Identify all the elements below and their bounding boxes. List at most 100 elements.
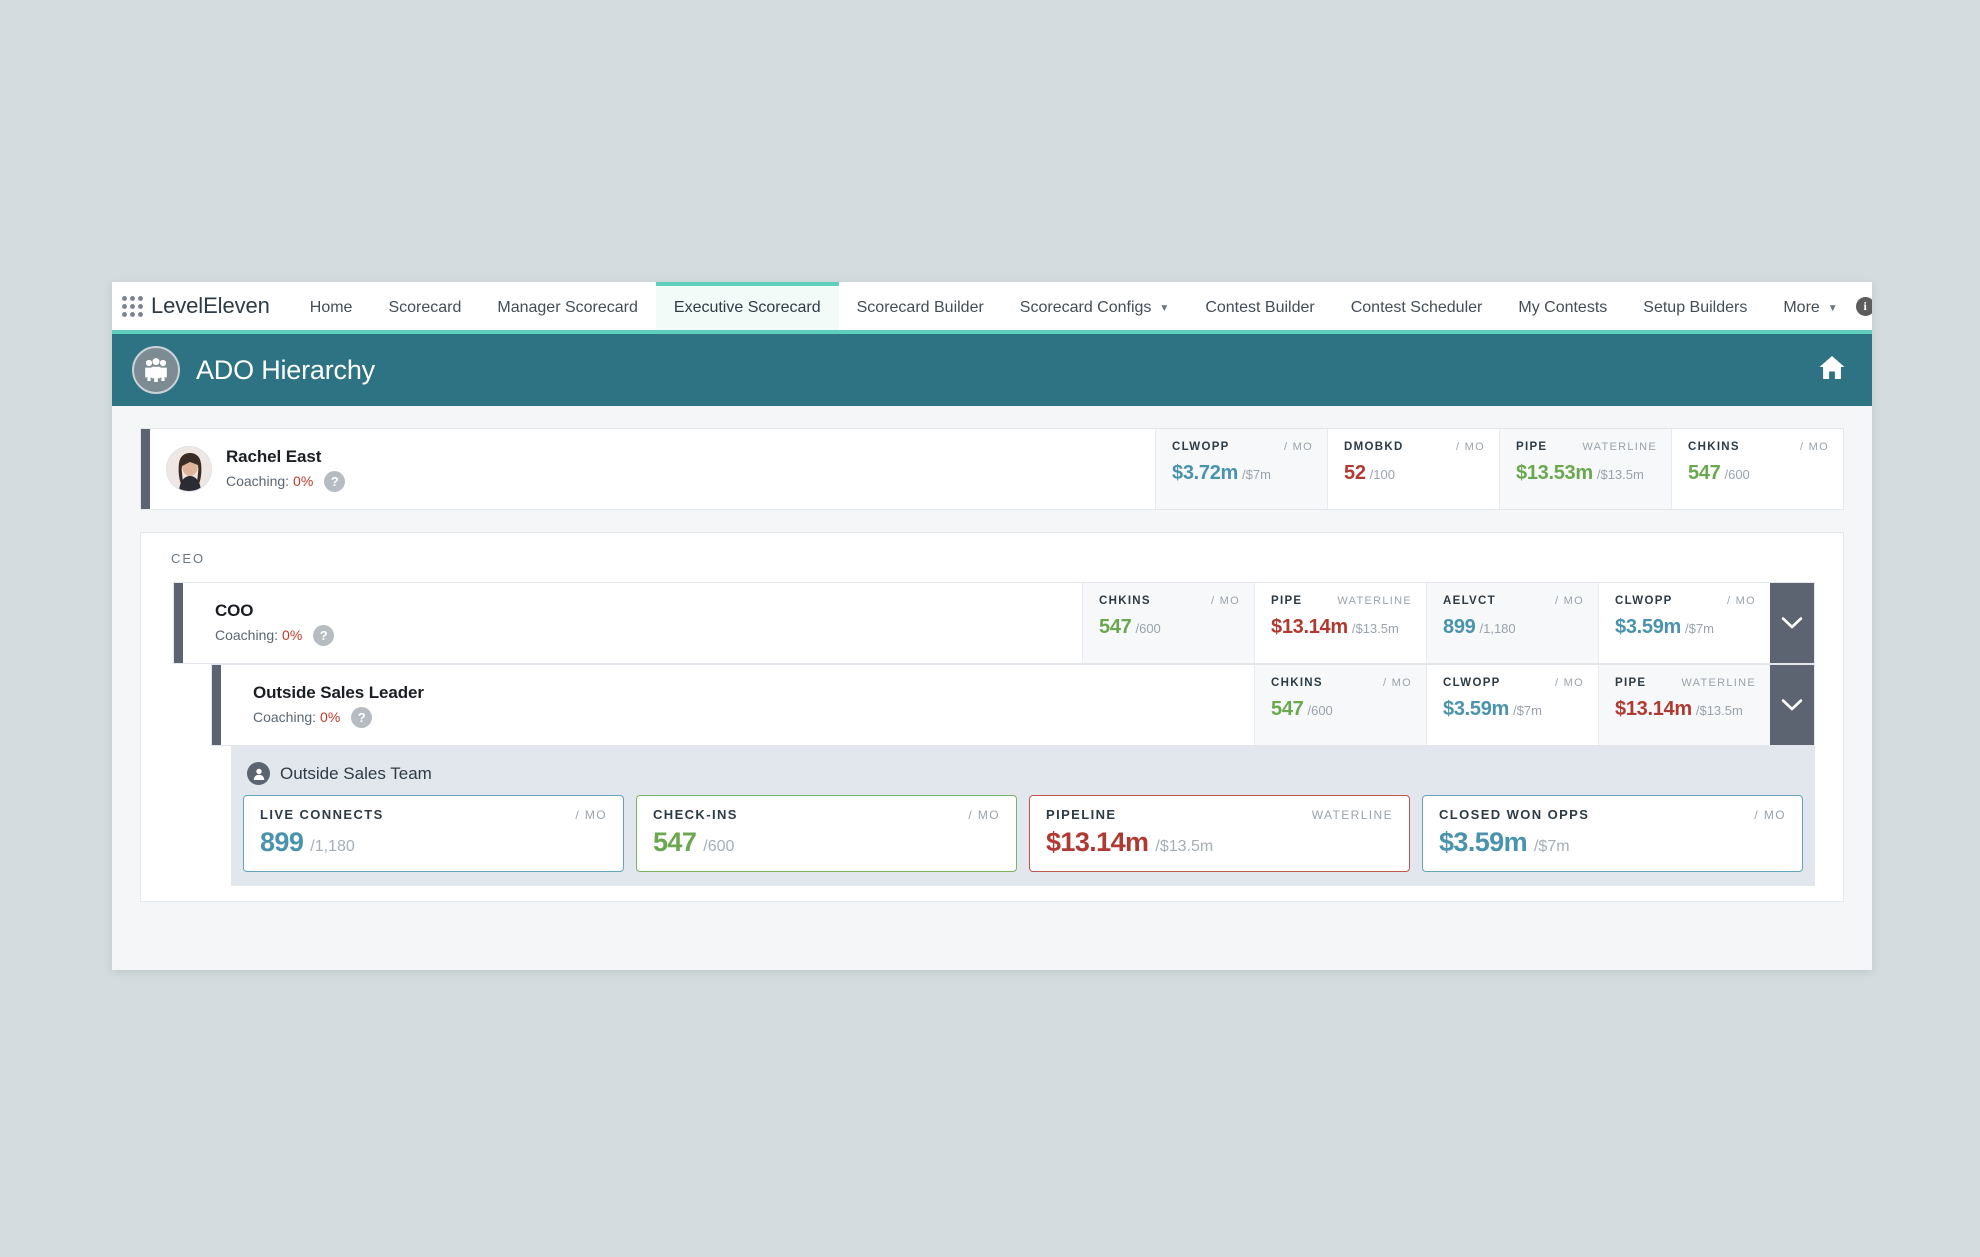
expand-collapse-button[interactable]: [1770, 665, 1814, 745]
card-value-row: 899/1,180: [260, 827, 607, 858]
card-unit: / MO: [1754, 808, 1786, 822]
team-header: Outside Sales Team: [243, 758, 1803, 795]
metric-goal: /600: [1307, 703, 1333, 718]
metric-cell[interactable]: PIPE WATERLINE $13.14m/$13.5m: [1598, 665, 1770, 745]
nav-item-more[interactable]: More ▼: [1765, 282, 1855, 330]
metric-cell[interactable]: CLWOPP / MO $3.59m/$7m: [1426, 665, 1598, 745]
metric-value-row: 52/100: [1344, 462, 1485, 485]
metric-key: PIPE: [1271, 595, 1303, 607]
people-group-icon: [132, 346, 180, 394]
metric-value-row: 899/1,180: [1443, 616, 1584, 639]
metric-key: CLWOPP: [1172, 441, 1230, 453]
metric-header: PIPE WATERLINE: [1271, 595, 1412, 607]
card-unit: WATERLINE: [1311, 808, 1393, 822]
team-metric-card[interactable]: CLOSED WON OPPS / MO $3.59m /$7m: [1422, 795, 1803, 872]
executive-metrics: CLWOPP / MO $3.72m/$7m DMOBKD / MO 52/100 PIPE…: [1155, 429, 1843, 509]
chevron-down-icon: ▼: [1159, 302, 1170, 314]
nav-item-label: Scorecard: [388, 299, 462, 316]
metric-value: $3.59m: [1615, 616, 1682, 638]
coaching-label: Coaching:: [253, 709, 317, 725]
help-icon[interactable]: ?: [324, 470, 346, 492]
team-metric-card[interactable]: CHECK-INS / MO 547/600: [636, 795, 1017, 872]
metric-value: $3.72m: [1172, 462, 1239, 484]
metric-cell[interactable]: CLWOPP / MO $3.59m/$7m: [1598, 583, 1770, 663]
expand-collapse-button[interactable]: [1770, 583, 1814, 663]
metric-header: CLWOPP / MO: [1443, 677, 1584, 689]
card-value-row: $13.14m /$13.5m: [1046, 827, 1393, 858]
metric-unit: / MO: [1726, 595, 1756, 607]
metric-cell[interactable]: CHKINS / MO 547/600: [1254, 665, 1426, 745]
metric-key: AELVCT: [1443, 595, 1496, 607]
metric-value: 52: [1344, 462, 1366, 484]
chevron-down-icon: [1781, 699, 1803, 711]
nav-item-home[interactable]: Home: [292, 282, 371, 330]
nav-item-scorecard-builder[interactable]: Scorecard Builder: [839, 282, 1002, 330]
help-icon[interactable]: ?: [351, 706, 373, 728]
metric-cell[interactable]: DMOBKD / MO 52/100: [1327, 429, 1499, 509]
team-metric-card[interactable]: LIVE CONNECTS / MO 899/1,180: [243, 795, 624, 872]
node-person: Outside Sales Leader Coaching: 0%?: [221, 665, 424, 745]
hierarchy-row: Outside Sales Leader Coaching: 0%? CHKINS / …: [211, 664, 1815, 746]
application-window: LevelEleven Home Scorecard Manager Scoreca…: [112, 282, 1872, 970]
nav-item-my-contests[interactable]: My Contests: [1500, 282, 1625, 330]
metric-value-row: 547/600: [1099, 616, 1240, 639]
nav-item-scorecard-configs[interactable]: Scorecard Configs ▼: [1002, 282, 1188, 330]
hierarchy-row: COO Coaching: 0%? CHKINS / MO 547/600 PIPE WATE…: [173, 582, 1815, 664]
metric-cell[interactable]: CHKINS / MO 547/600: [1082, 583, 1254, 663]
card-goal: /1,180: [310, 838, 355, 855]
metric-header: CHKINS / MO: [1099, 595, 1240, 607]
nav-item-contest-scheduler[interactable]: Contest Scheduler: [1333, 282, 1501, 330]
app-launcher-button[interactable]: [112, 282, 143, 330]
metric-header: CHKINS / MO: [1271, 677, 1412, 689]
metric-goal: /$7m: [1513, 703, 1542, 718]
help-icon[interactable]: ?: [313, 624, 335, 646]
metric-unit: / MO: [1554, 595, 1584, 607]
metric-key: CHKINS: [1688, 441, 1740, 453]
nav-item-contest-builder[interactable]: Contest Builder: [1187, 282, 1332, 330]
metric-value-row: $3.59m/$7m: [1443, 698, 1584, 721]
nav-item-label: Manager Scorecard: [497, 299, 638, 316]
metric-cell[interactable]: PIPE WATERLINE $13.14m/$13.5m: [1254, 583, 1426, 663]
nav-item-executive-scorecard[interactable]: Executive Scorecard: [655, 282, 839, 330]
metric-header: CHKINS / MO: [1688, 441, 1829, 453]
metric-header: PIPE WATERLINE: [1516, 441, 1657, 453]
node-metrics: CHKINS / MO 547/600 PIPE WATERLINE $13.14m/$1…: [1082, 583, 1770, 663]
info-icon[interactable]: i: [1855, 296, 1872, 316]
home-icon[interactable]: [1818, 355, 1846, 386]
executive-summary-card: Rachel East Coaching: 0% ? CLWOPP / MO $3.…: [140, 428, 1844, 510]
hierarchy-panel: CEO COO Coaching: 0%? CHKINS / MO 547/600 PIPE…: [140, 532, 1844, 902]
team-name: Outside Sales Team: [280, 763, 432, 783]
coaching-value: 0%: [282, 627, 303, 643]
metric-unit: WATERLINE: [1582, 441, 1657, 453]
brand-logo[interactable]: LevelEleven: [143, 282, 274, 330]
metric-cell[interactable]: CHKINS / MO 547/600: [1671, 429, 1843, 509]
nav-item-manager-scorecard[interactable]: Manager Scorecard: [479, 282, 656, 330]
metric-value: $13.53m: [1516, 462, 1593, 484]
card-value-row: 547/600: [653, 827, 1000, 858]
card-key: CLOSED WON OPPS: [1439, 807, 1590, 822]
metric-goal: /$13.5m: [1695, 703, 1743, 718]
metric-value-row: $3.72m/$7m: [1172, 462, 1313, 485]
metric-key: CHKINS: [1099, 595, 1151, 607]
metric-cell[interactable]: AELVCT / MO 899/1,180: [1426, 583, 1598, 663]
nav-item-label: My Contests: [1518, 299, 1608, 316]
person-text: Outside Sales Leader Coaching: 0%?: [253, 683, 424, 728]
metric-value-row: 547/600: [1271, 698, 1412, 721]
nav-item-setup-builders[interactable]: Setup Builders: [1625, 282, 1765, 330]
nav-item-scorecard[interactable]: Scorecard: [370, 282, 479, 330]
card-header: LIVE CONNECTS / MO: [260, 807, 607, 822]
coaching-value: 0%: [293, 473, 314, 489]
nav-links: Home Scorecard Manager Scorecard Executive …: [292, 282, 1856, 330]
metric-value: 547: [1099, 616, 1132, 638]
metric-cell[interactable]: PIPE WATERLINE $13.53m/$13.5m: [1499, 429, 1671, 509]
metric-unit: WATERLINE: [1681, 677, 1756, 689]
metric-goal: /$13.5m: [1351, 621, 1399, 636]
card-header: PIPELINE WATERLINE: [1046, 807, 1393, 822]
team-metric-card[interactable]: PIPELINE WATERLINE $13.14m /$13.5m: [1029, 795, 1410, 872]
coaching-value: 0%: [320, 709, 341, 725]
nav-right-actions: i: [1855, 282, 1872, 330]
metric-cell[interactable]: CLWOPP / MO $3.72m/$7m: [1155, 429, 1327, 509]
card-value: 899: [260, 827, 304, 857]
metric-unit: / MO: [1799, 441, 1829, 453]
nav-item-label: Scorecard Builder: [856, 299, 984, 316]
